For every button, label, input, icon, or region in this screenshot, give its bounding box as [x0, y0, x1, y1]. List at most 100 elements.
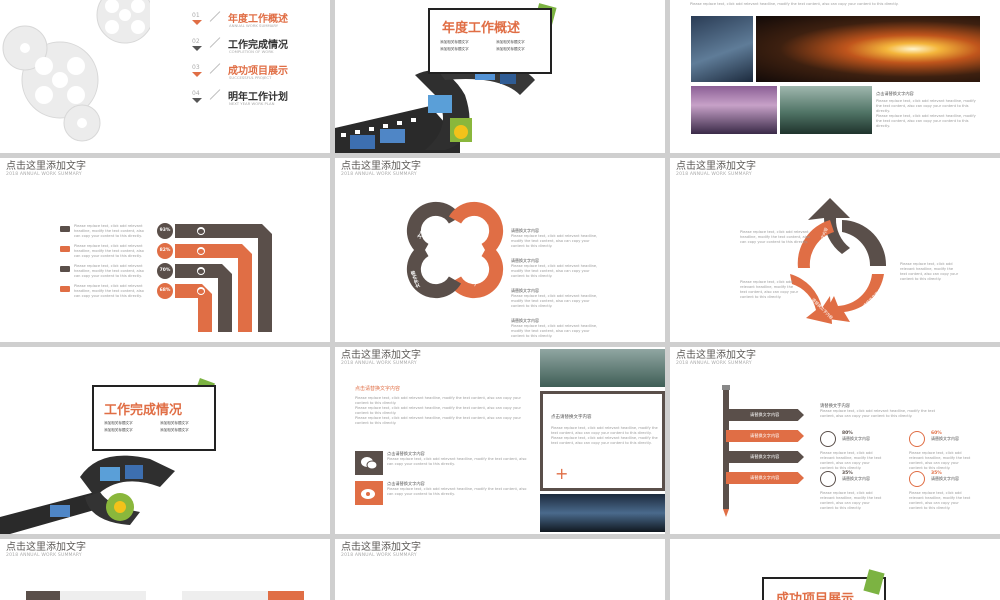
- slide-thumbnail-grid: 01 年度工作概述 ANNUAL WORK SUMMARY 02 工作完成情况 COMPL…: [0, 0, 1000, 600]
- toc-subtitle: ANNUAL WORK SUMMARY: [229, 23, 279, 28]
- cycle-label: 请替换文字内容: [814, 226, 829, 255]
- item2-block: 点击请替换文字内容 Please replace text, click add …: [387, 481, 527, 496]
- percent-value: 82%: [159, 248, 171, 253]
- film-reels-graphic: [2, 0, 150, 142]
- slide-header: 点击这里添加文字 2018 ANNUAL WORK SUMMARY: [6, 542, 86, 558]
- photo-planet: [691, 86, 777, 134]
- photo-caption: 点击请替换文字内容 Please replace text, click add…: [876, 91, 982, 129]
- bullet: 添加相关标题文字: [496, 47, 525, 51]
- toc-item[interactable]: 04 明年工作计划 NEXT YEAR WORK PLAN: [192, 88, 322, 114]
- percent-labels: 93% Please replace text, click add releva…: [0, 158, 330, 342]
- cycle-label: 请替换文字内容: [810, 296, 835, 321]
- percent-description: Please replace text, click add relevant …: [74, 284, 144, 298]
- percent-value: 68%: [159, 288, 171, 293]
- pencil-step[interactable]: 请替换文字内容: [726, 409, 804, 421]
- toc-item[interactable]: 02 工作完成情况 COMPLETION OF WORK: [192, 36, 322, 62]
- megaphone-icon: [198, 249, 204, 254]
- percent-value: 70%: [159, 268, 171, 273]
- toc-number: 01: [192, 12, 200, 19]
- toc-slash: [209, 37, 221, 48]
- toc-arrow-icon: [192, 46, 202, 51]
- knot-item: 请替换文字内容 Please replace text, click add re…: [511, 288, 598, 308]
- toc-number: 04: [192, 90, 200, 97]
- bullet: 添加相关标题文字: [104, 421, 133, 425]
- umbrella-icon: [198, 269, 204, 274]
- pencil-step-list: 请替换文字内容 请替换文字内容 请替换文字内容 请替换文字内容: [726, 409, 806, 493]
- toc-list: 01 年度工作概述 ANNUAL WORK SUMMARY 02 工作完成情况 COMPL…: [192, 10, 322, 114]
- slide-section-success[interactable]: 成功项目展示: [670, 539, 1000, 600]
- knot-labels: 文字内容 文字内容 文字内容 文字内容: [335, 158, 665, 342]
- toc-slash: [209, 89, 221, 100]
- section-title: 工作完成情况: [104, 403, 183, 418]
- plus-icon[interactable]: +: [555, 466, 568, 482]
- top-text: Please replace text, click add relevant …: [690, 2, 899, 6]
- percent-description: Please replace text, click add relevant …: [74, 264, 144, 278]
- slide-photo-collage[interactable]: Please replace text, click add relevant …: [670, 0, 1000, 153]
- weibo-icon[interactable]: [355, 481, 383, 505]
- percent-description: Please replace text, click add relevant …: [74, 224, 144, 238]
- slide-toc[interactable]: 01 年度工作概述 ANNUAL WORK SUMMARY 02 工作完成情况 COMPL…: [0, 0, 330, 153]
- slide-percent-arrows[interactable]: 点击这里添加文字 2018 ANNUAL WORK SUMMARY 93% Plea…: [0, 158, 330, 342]
- chart-icon: [198, 289, 204, 294]
- slide-section-annual[interactable]: 年度工作概述 添加相关标题文字 添加相关标题文字 添加相关标题文字 添加相关标题…: [335, 0, 665, 153]
- stat-circle-icon: [820, 471, 836, 487]
- toc-subtitle: COMPLETION OF WORK: [229, 49, 274, 54]
- pencil-stats: 80% 请替换文字内容 Please replace text, click add…: [820, 431, 990, 510]
- section-bullets: 添加相关标题文字 添加相关标题文字 添加相关标题文字 添加相关标题文字: [440, 40, 548, 52]
- section-title-box: 工作完成情况 添加相关标题文字 添加相关标题文字 添加相关标题文字 添加相关标题…: [92, 385, 216, 451]
- knot-text-list: 请替换文字内容 Please replace text, click add re…: [511, 228, 603, 342]
- cycle-labels: 请替换文字内容 请替换文字内容 请替换文字内容: [670, 158, 1000, 342]
- slide-knot[interactable]: 点击这里添加文字 2018 ANNUAL WORK SUMMARY 文字内容 文字内…: [335, 158, 665, 342]
- power-icon: [198, 229, 204, 234]
- bullet: 添加相关标题文字: [160, 421, 189, 425]
- slide-header: 点击这里添加文字 2018 ANNUAL WORK SUMMARY: [341, 350, 421, 366]
- toc-item[interactable]: 03 成功项目展示 SUCCESSFUL PROJECT: [192, 62, 322, 88]
- intro-block: 点击请替换文字内容 Please replace text, click add…: [355, 385, 525, 426]
- pencil-step[interactable]: 请替换文字内容: [726, 451, 804, 463]
- toc-arrow-icon: [192, 20, 202, 25]
- pencil-step[interactable]: 请替换文字内容: [726, 472, 804, 484]
- slide-social-icons[interactable]: 点击这里添加文字 2018 ANNUAL WORK SUMMARY 点击请替换文字…: [335, 347, 665, 534]
- knot-item: 请替换文字内容 Please replace text, click add re…: [511, 258, 598, 278]
- toc-slash: [209, 63, 221, 74]
- knot-label: 文字内容: [472, 271, 489, 288]
- cycle-text-right: Please replace text, click add relevant …: [900, 262, 959, 281]
- photo-robot: [691, 16, 753, 82]
- knot-label: 文字内容: [417, 222, 432, 241]
- slide-header: 点击这里添加文字 2018 ANNUAL WORK SUMMARY: [341, 542, 421, 558]
- cycle-text-top: Please replace text, click add relevant …: [740, 230, 810, 244]
- bullet: 添加相关标题文字: [160, 428, 189, 432]
- pencil-intro: 请替换文字内容 Please replace text, click add r…: [820, 404, 935, 418]
- slide-cycle[interactable]: 点击这里添加文字 2018 ANNUAL WORK SUMMARY 请替换文字内容…: [670, 158, 1000, 342]
- slide-bars-partial[interactable]: 点击这里添加文字 2018 ANNUAL WORK SUMMARY: [0, 539, 330, 600]
- photo-explosion: [756, 16, 980, 82]
- cycle-label: 请替换文字内容: [861, 284, 886, 309]
- percent-value: 93%: [159, 228, 171, 233]
- toc-arrow-icon: [192, 98, 202, 103]
- photo-city-top: [540, 349, 665, 387]
- bullet: 添加相关标题文字: [440, 47, 469, 51]
- knot-item: 请替换文字内容 Please replace text, click add re…: [511, 318, 598, 338]
- toc-item[interactable]: 01 年度工作概述 ANNUAL WORK SUMMARY: [192, 10, 322, 36]
- pencil-step[interactable]: 请替换文字内容: [726, 430, 804, 442]
- knot-item: 请替换文字内容 Please replace text, click add re…: [511, 228, 598, 248]
- stat-circle-icon: [909, 431, 925, 447]
- bullet: 添加相关标题文字: [104, 428, 133, 432]
- slide-section-completion[interactable]: 工作完成情况 添加相关标题文字 添加相关标题文字 添加相关标题文字 添加相关标题…: [0, 347, 330, 534]
- pencil-stat: 35% 请替换文字内容 Please replace text, click add…: [820, 471, 882, 510]
- pencil-stat: 60% 请替换文字内容 Please replace text, click add…: [909, 431, 971, 470]
- toc-arrow-icon: [192, 72, 202, 77]
- cycle-text-left: Please replace text, click add relevant …: [740, 280, 799, 299]
- bar-track: [182, 591, 304, 600]
- toc-number: 03: [192, 64, 200, 71]
- slide-pencil-steps[interactable]: 点击这里添加文字 2018 ANNUAL WORK SUMMARY 请替换文字内容…: [670, 347, 1000, 534]
- toc-slash: [209, 11, 221, 22]
- toc-subtitle: NEXT YEAR WORK PLAN: [229, 101, 275, 106]
- bullet: 添加相关标题文字: [440, 40, 469, 44]
- stat-circle-icon: [909, 471, 925, 487]
- knot-label: 文字内容: [474, 223, 491, 240]
- pencil-stat: 80% 请替换文字内容 Please replace text, click add…: [820, 431, 882, 470]
- wechat-icon[interactable]: [355, 451, 383, 475]
- toc-subtitle: SUCCESSFUL PROJECT: [229, 75, 272, 80]
- slide-blank-partial[interactable]: 点击这里添加文字 2018 ANNUAL WORK SUMMARY: [335, 539, 665, 600]
